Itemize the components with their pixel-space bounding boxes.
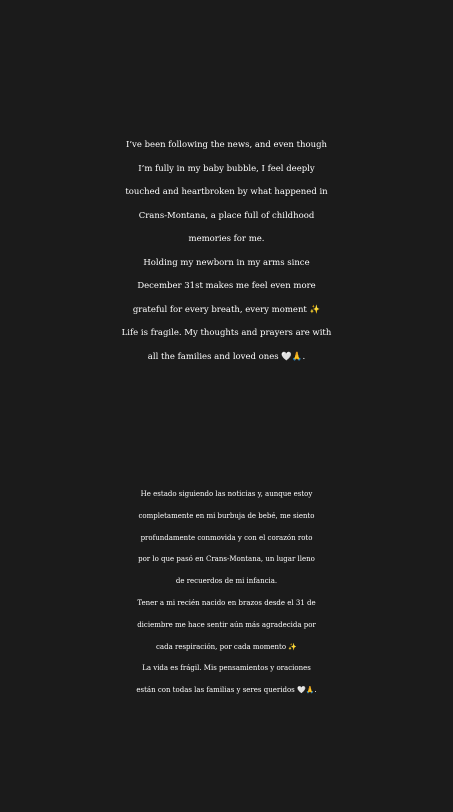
text-line: Crans-Montana, a place full of childhood xyxy=(138,210,315,221)
english-message: I’ve been following the news, and even t… xyxy=(0,134,453,369)
text-line: de recuerdos de mi infancia. xyxy=(175,577,278,586)
text-line: memories for me. xyxy=(188,234,265,244)
text-line: profundamente conmovida y con el corazón… xyxy=(140,533,313,542)
text-line: touched and heartbroken by what happened… xyxy=(125,187,328,197)
text-line: por lo que pasó en Crans-Montana, un lug… xyxy=(138,555,315,564)
story-screen[interactable]: I’ve been following the news, and even t… xyxy=(0,0,453,812)
text-line: grateful for every breath, every moment … xyxy=(132,304,321,315)
text-line: La vida es frágil. Mis pensamientos y or… xyxy=(142,664,311,673)
text-line: I’ve been following the news, and even t… xyxy=(126,140,327,150)
text-line: all the families and loved ones 🤍🙏. xyxy=(147,351,306,362)
text-line: cada respiración, por cada momento ✨ xyxy=(156,642,297,651)
text-line: I’m fully in my baby bubble, I feel deep… xyxy=(138,163,315,174)
text-line: Life is fragile. My thoughts and prayers… xyxy=(121,328,332,338)
text-line: diciembre me hace sentir aún más agradec… xyxy=(137,620,316,629)
text-line: Tener a mi recién nacido en brazos desde… xyxy=(137,598,316,607)
text-line: Holding my newborn in my arms since xyxy=(143,257,310,268)
spanish-message: He estado siguiendo las noticias y, aunq… xyxy=(0,484,453,702)
text-line: completamente en mi burbuja de bebé, me … xyxy=(138,511,315,520)
text-line: He estado siguiendo las noticias y, aunq… xyxy=(140,490,313,498)
text-line: están con todas las familias y seres que… xyxy=(136,686,317,695)
text-line: December 31st makes me feel even more xyxy=(137,281,316,291)
